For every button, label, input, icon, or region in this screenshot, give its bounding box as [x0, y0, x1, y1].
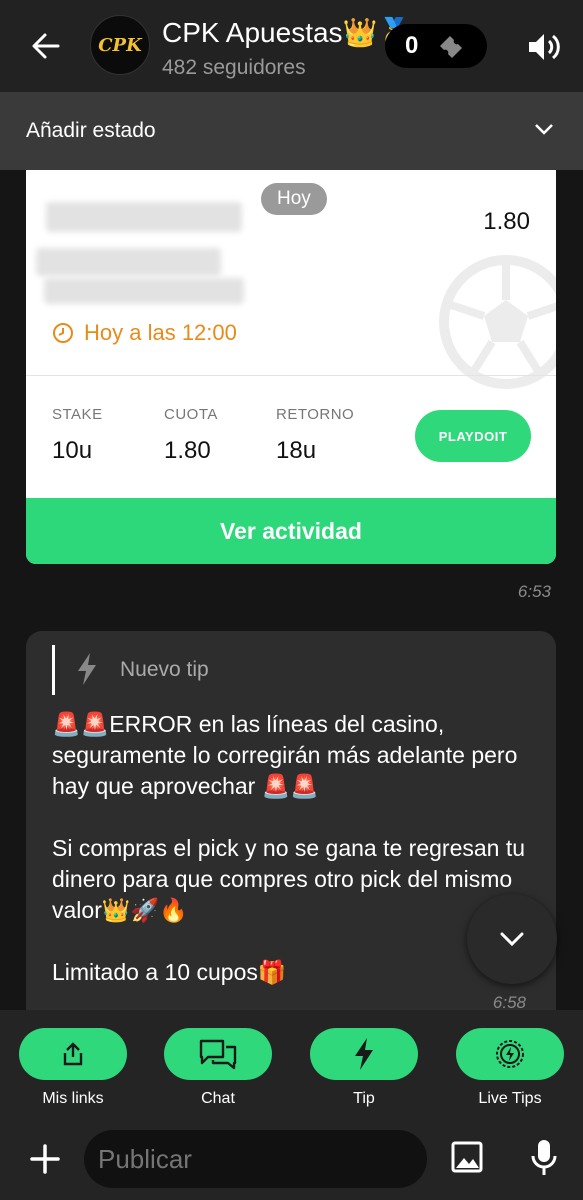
- mis-links-label: Mis links: [42, 1090, 104, 1107]
- stat-value: 10u: [52, 437, 93, 464]
- divider: [26, 375, 556, 376]
- tip-body: 🚨🚨ERROR en las líneas del casino, segura…: [52, 709, 542, 1019]
- avatar-text: CPK: [98, 34, 142, 56]
- stake-stat: STAKE 10u: [52, 406, 103, 465]
- stat-label: STAKE: [52, 406, 103, 423]
- bet-card: Hoy 1.80 Hoy a las 12:00 STAKE 10u CUOTA…: [26, 170, 556, 564]
- event-time-text: Hoy a las 12:00: [84, 320, 237, 345]
- chat-action[interactable]: Chat: [164, 1028, 272, 1108]
- action-bar: Mis links Chat Tip Live Tips: [0, 1010, 583, 1122]
- odds-stat: CUOTA 1.80: [164, 406, 218, 465]
- quote-bar: [52, 645, 55, 695]
- chat-button[interactable]: [164, 1028, 272, 1080]
- playdoit-button[interactable]: PLAYDOIT: [415, 410, 531, 462]
- lightning-icon: [78, 653, 96, 685]
- composer: [0, 1122, 583, 1200]
- ticket-icon: [440, 36, 463, 58]
- stat-label: RETORNO: [276, 406, 355, 423]
- blurred-team-1: [36, 248, 221, 276]
- followers-count: 482 seguidores: [162, 56, 306, 79]
- soccer-ball-icon: [439, 255, 556, 389]
- tip-paragraph: 🚨🚨ERROR en las líneas del casino, segura…: [52, 711, 518, 799]
- lightning-icon: [355, 1038, 373, 1070]
- avatar[interactable]: CPK: [90, 15, 150, 75]
- microphone-icon[interactable]: [528, 1138, 560, 1178]
- tip-button[interactable]: [310, 1028, 418, 1080]
- plus-icon[interactable]: [28, 1142, 62, 1176]
- blurred-team-2: [44, 278, 244, 304]
- scroll-down-button[interactable]: [467, 894, 557, 984]
- add-status-bar[interactable]: Añadir estado: [0, 92, 583, 170]
- back-arrow-icon[interactable]: [28, 28, 64, 64]
- live-tips-button[interactable]: [456, 1028, 564, 1080]
- ticket-counter[interactable]: 0: [385, 24, 487, 68]
- clock-icon: [53, 323, 73, 343]
- bet-odds: 1.80: [483, 208, 530, 235]
- blurred-event-name: [46, 202, 242, 232]
- publish-input[interactable]: [84, 1130, 427, 1188]
- date-pill: Hoy: [261, 183, 327, 215]
- event-time: Hoy a las 12:00: [52, 320, 237, 346]
- volume-icon[interactable]: [526, 30, 562, 64]
- view-activity-button[interactable]: Ver actividad: [26, 498, 556, 564]
- live-tips-action[interactable]: Live Tips: [456, 1028, 564, 1108]
- stat-value: 1.80: [164, 437, 211, 464]
- tip-action-label: Tip: [353, 1090, 375, 1107]
- message-timestamp: 6:53: [517, 582, 551, 601]
- chevron-down-icon[interactable]: [533, 122, 555, 136]
- return-stat: RETORNO 18u: [276, 406, 354, 465]
- mis-links-action[interactable]: Mis links: [19, 1028, 127, 1108]
- tip-action[interactable]: Tip: [310, 1028, 418, 1108]
- stat-label: CUOTA: [164, 406, 218, 423]
- mis-links-button[interactable]: [19, 1028, 127, 1080]
- stat-value: 18u: [276, 437, 317, 464]
- tip-label: Nuevo tip: [120, 658, 209, 681]
- channel-header: CPK CPK Apuestas👑🥇 482 seguidores 0: [0, 0, 583, 92]
- tip-paragraph: Limitado a 10 cupos🎁: [52, 959, 287, 985]
- chat-label: Chat: [201, 1090, 235, 1107]
- tip-paragraph: Si compras el pick y no se gana te regre…: [52, 835, 526, 923]
- chat-icon: [199, 1039, 237, 1070]
- ticket-count: 0: [405, 32, 419, 59]
- channel-title[interactable]: CPK Apuestas👑🥇: [162, 16, 412, 49]
- add-status-label: Añadir estado: [26, 119, 156, 142]
- live-lightning-icon: [496, 1040, 524, 1068]
- share-icon: [63, 1042, 83, 1066]
- image-icon[interactable]: [450, 1140, 484, 1174]
- chevron-down-icon: [500, 932, 524, 947]
- tip-message: Nuevo tip 🚨🚨ERROR en las líneas del casi…: [26, 631, 556, 1031]
- live-tips-label: Live Tips: [478, 1090, 542, 1107]
